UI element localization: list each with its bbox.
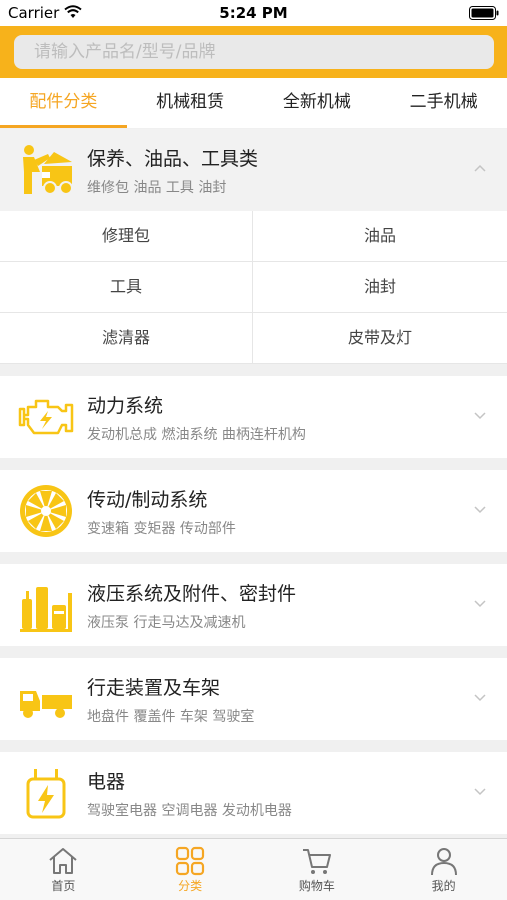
- cart-icon: [302, 849, 331, 874]
- category-title: 液压系统及附件、密封件: [87, 583, 297, 605]
- category-title: 电器: [87, 771, 126, 793]
- category-transmission-brake[interactable]: 传动/制动系统 变速箱 变矩器 传动部件: [0, 470, 507, 552]
- subcategory-repair-kit[interactable]: 修理包: [0, 211, 253, 262]
- clock: 5:24 PM: [219, 4, 288, 22]
- tabbar-label: 分类: [178, 879, 203, 893]
- category-hydraulic-system[interactable]: 液压系统及附件、密封件 液压泵 行走马达及减速机: [0, 564, 507, 646]
- chevron-down-icon: [474, 694, 486, 702]
- chevron-down-icon: [474, 600, 486, 608]
- tabbar-cart[interactable]: 购物车: [254, 839, 381, 900]
- tab-parts-category[interactable]: 配件分类: [0, 78, 127, 128]
- category-subtitle: 地盘件 覆盖件 车架 驾驶室: [87, 709, 255, 725]
- hydraulic-tank-icon: [20, 587, 72, 632]
- chevron-down-icon: [474, 506, 486, 514]
- category-title: 行走装置及车架: [87, 677, 221, 699]
- category-undercarriage-frame[interactable]: 行走装置及车架 地盘件 覆盖件 车架 驾驶室: [0, 658, 507, 740]
- category-subtitle: 驾驶室电器 空调电器 发动机电器: [87, 803, 292, 819]
- tabbar-home[interactable]: 首页: [0, 839, 127, 900]
- grid-icon: [176, 846, 205, 876]
- subcategory-filter[interactable]: 滤清器: [0, 313, 253, 364]
- category-title: 动力系统: [87, 395, 164, 417]
- category-maintenance[interactable]: 保养、油品、工具类 维修包 油品 工具 油封: [0, 129, 507, 211]
- tabbar-label: 购物车: [298, 879, 335, 893]
- chevron-up-icon: [474, 164, 486, 172]
- tab-new-machinery[interactable]: 全新机械: [254, 78, 381, 128]
- category-title: 保养、油品、工具类: [87, 148, 259, 170]
- category-subtitle: 变速箱 变矩器 传动部件: [87, 521, 236, 537]
- subcategory-oil-seal[interactable]: 油封: [253, 262, 507, 313]
- search-placeholder: 请输入产品名/型号/品牌: [34, 42, 216, 62]
- engine-icon: [18, 399, 74, 435]
- battery-icon: [469, 6, 499, 20]
- status-bar: Carrier 5:24 PM: [0, 0, 507, 26]
- chevron-down-icon: [474, 412, 486, 420]
- tabbar-profile[interactable]: 我的: [380, 839, 507, 900]
- category-subtitle: 液压泵 行走马达及减速机: [87, 615, 246, 631]
- tabbar-label: 首页: [51, 879, 76, 893]
- subcategory-oil[interactable]: 油品: [253, 211, 507, 262]
- chevron-down-icon: [474, 788, 486, 796]
- tab-used-machinery[interactable]: 二手机械: [380, 78, 507, 128]
- category-subtitle: 维修包 油品 工具 油封: [87, 180, 227, 196]
- search-header: 请输入产品名/型号/品牌: [0, 26, 507, 78]
- user-icon: [430, 848, 457, 876]
- electric-plug-icon: [26, 769, 66, 819]
- mechanic-icon: [23, 145, 73, 195]
- subcategory-tools[interactable]: 工具: [0, 262, 253, 313]
- bottom-tab-bar: 首页 分类 购物车 我的: [0, 838, 507, 900]
- tabbar-category[interactable]: 分类: [127, 839, 254, 900]
- category-power-system[interactable]: 动力系统 发动机总成 燃油系统 曲柄连杆机构: [0, 376, 507, 458]
- truck-icon: [20, 691, 72, 718]
- category-title: 传动/制动系统: [87, 489, 208, 511]
- search-input[interactable]: 请输入产品名/型号/品牌: [14, 35, 494, 69]
- fan-wheel-icon: [20, 485, 72, 537]
- category-electrical[interactable]: 电器 驾驶室电器 空调电器 发动机电器: [0, 752, 507, 834]
- home-icon: [49, 848, 78, 874]
- subcategory-grid: 修理包 油品 工具 油封 滤清器 皮带及灯: [0, 211, 507, 364]
- category-subtitle: 发动机总成 燃油系统 曲柄连杆机构: [87, 427, 306, 443]
- tab-machine-rental[interactable]: 机械租赁: [127, 78, 254, 128]
- tabbar-label: 我的: [431, 879, 456, 893]
- top-tabs: 配件分类 机械租赁 全新机械 二手机械: [0, 78, 507, 128]
- subcategory-belt-lamp[interactable]: 皮带及灯: [253, 313, 507, 364]
